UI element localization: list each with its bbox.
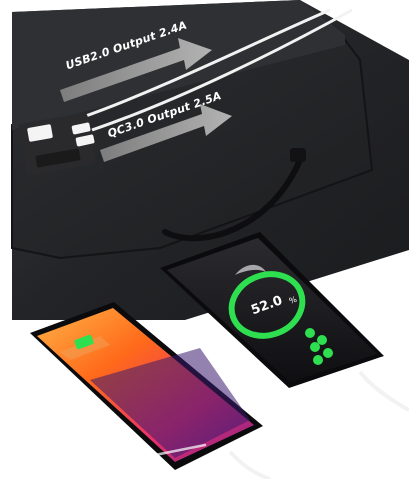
handle-clip <box>290 148 306 162</box>
left-phone-cable <box>228 450 271 479</box>
solar-charger-scene: 52.0 % <box>11 0 409 479</box>
right-phone-cable <box>358 370 409 412</box>
